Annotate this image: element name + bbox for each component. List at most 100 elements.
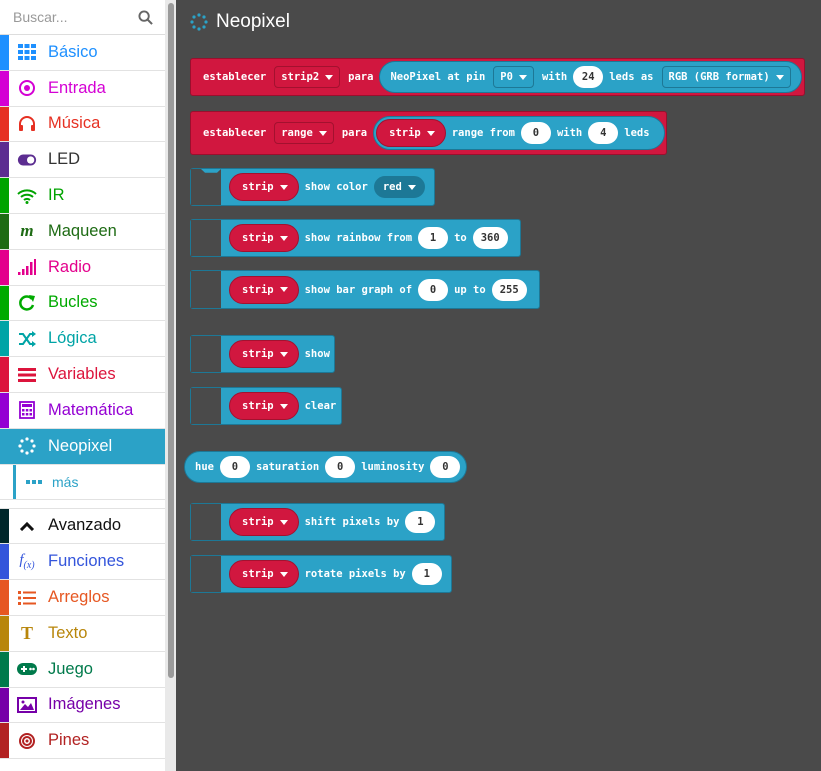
rainbow-start-input[interactable]: 1 — [418, 227, 449, 249]
rotate-pixels-block[interactable]: strip rotate pixels by 1 — [190, 555, 452, 593]
strip-reporter[interactable]: strip — [229, 392, 299, 420]
strip-reporter[interactable]: strip — [229, 508, 299, 536]
category-mas[interactable]: más — [0, 464, 165, 500]
category-color-bar — [0, 651, 9, 687]
show-color-block[interactable]: strip show color red — [190, 168, 435, 206]
caret-down-icon — [279, 287, 288, 292]
hue-input[interactable]: 0 — [219, 456, 250, 478]
set-strip2-block[interactable]: establecer strip2 para NeoPixel at pin P… — [190, 58, 805, 96]
block-keyword: range from — [451, 127, 515, 139]
range-length-input[interactable]: 4 — [588, 122, 619, 144]
category-color-bar — [0, 106, 9, 142]
category-juego[interactable]: Juego — [0, 651, 165, 688]
caret-down-icon — [279, 235, 288, 241]
clear-block[interactable]: strip clear — [190, 387, 342, 425]
category-label: IR — [48, 186, 65, 205]
strip-reporter[interactable]: strip — [376, 119, 446, 147]
format-dropdown[interactable]: RGB (GRB format) — [661, 66, 791, 88]
category-bucles[interactable]: Bucles — [0, 285, 165, 322]
bar-graph-max-input[interactable]: 255 — [491, 278, 527, 301]
category-imagenes[interactable]: Imágenes — [0, 687, 165, 724]
block-keyword: to — [454, 232, 467, 244]
variable-dropdown[interactable]: range — [274, 122, 334, 144]
category-pines[interactable]: Pines — [0, 723, 165, 760]
category-led[interactable]: LED — [0, 142, 165, 179]
category-color-bar — [13, 464, 16, 499]
category-texto[interactable]: T Texto — [0, 615, 165, 652]
color-dropdown[interactable]: red — [373, 176, 425, 198]
caret-down-icon — [279, 184, 288, 190]
category-label: Maqueen — [48, 221, 117, 240]
category-logica[interactable]: Lógica — [0, 321, 165, 358]
range-reporter[interactable]: strip range from 0 with 4 leds — [373, 116, 665, 150]
strip-reporter[interactable]: strip — [229, 560, 299, 588]
hsl-reporter[interactable]: hue 0 saturation 0 luminosity 0 — [184, 451, 468, 483]
led-count-input[interactable]: 24 — [573, 66, 604, 88]
block-keyword: show color — [304, 181, 368, 193]
variable-dropdown[interactable]: strip2 — [274, 66, 341, 88]
category-color-bar — [0, 249, 9, 285]
lines-icon — [17, 365, 37, 385]
strip-reporter[interactable]: strip — [229, 173, 299, 201]
strip-reporter[interactable]: strip — [229, 275, 299, 304]
strip-label: strip — [242, 568, 274, 580]
saturation-input[interactable]: 0 — [325, 456, 356, 478]
category-label: Texto — [48, 623, 88, 642]
block-keyword: show rainbow from — [304, 232, 413, 244]
block-notch — [191, 388, 221, 424]
category-variables[interactable]: Variables — [0, 357, 165, 393]
category-avanzado[interactable]: Avanzado — [0, 508, 165, 545]
block-keyword: with — [556, 127, 583, 139]
text-icon: T — [20, 622, 33, 643]
rainbow-end-input[interactable]: 360 — [472, 227, 508, 249]
function-icon: f(x) — [19, 552, 35, 572]
category-arreglos[interactable]: Arreglos — [0, 580, 165, 616]
dots-circle-icon — [17, 436, 37, 456]
luminosity-input[interactable]: 0 — [430, 456, 461, 478]
block-notch — [191, 220, 221, 256]
category-maqueen[interactable]: m Maqueen — [0, 213, 165, 250]
toolbox-scrollbar-thumb[interactable] — [168, 3, 174, 678]
strip-reporter[interactable]: strip — [229, 224, 299, 252]
list-icon — [17, 588, 37, 608]
caret-down-icon — [318, 130, 327, 136]
category-musica[interactable]: Música — [0, 106, 165, 143]
search-icon[interactable] — [138, 10, 153, 25]
set-range-block[interactable]: establecer range para strip range from 0… — [190, 111, 667, 155]
block-notch — [191, 504, 221, 540]
category-matematica[interactable]: Matemática — [0, 392, 165, 429]
show-rainbow-block[interactable]: strip show rainbow from 1 to 360 — [190, 219, 521, 257]
shift-pixels-block[interactable]: strip shift pixels by 1 — [190, 503, 445, 541]
shift-amount-input[interactable]: 1 — [405, 511, 436, 533]
category-color-bar — [0, 392, 9, 428]
ellipsis-icon — [24, 472, 44, 492]
grid-icon — [17, 42, 37, 62]
range-start-input[interactable]: 0 — [520, 122, 551, 144]
category-label: Imágenes — [48, 695, 121, 714]
pin-dropdown[interactable]: P0 — [493, 66, 534, 88]
bar-graph-value-input[interactable]: 0 — [418, 278, 449, 301]
strip-label: strip — [242, 400, 274, 412]
caret-down-icon — [426, 130, 435, 136]
flyout-title-text: Neopixel — [216, 11, 290, 32]
calculator-icon — [17, 400, 37, 420]
signal-icon — [17, 257, 37, 277]
show-bar-graph-block[interactable]: strip show bar graph of 0 up to 255 — [190, 270, 540, 309]
category-color-bar — [0, 142, 9, 178]
category-basico[interactable]: Básico — [0, 35, 165, 71]
category-label: Variables — [48, 365, 116, 384]
category-color-bar — [0, 580, 9, 615]
category-funciones[interactable]: f(x) Funciones — [0, 544, 165, 581]
strip-label: strip — [242, 516, 274, 528]
category-label: Lógica — [48, 329, 97, 348]
category-entrada[interactable]: Entrada — [0, 70, 165, 107]
category-radio[interactable]: Radio — [0, 249, 165, 286]
search-input[interactable] — [0, 0, 125, 34]
strip-reporter[interactable]: strip — [229, 340, 299, 368]
category-color-bar — [0, 544, 9, 580]
category-neopixel[interactable]: Neopixel — [0, 428, 165, 465]
rotate-amount-input[interactable]: 1 — [411, 563, 442, 585]
neopixel-create-reporter[interactable]: NeoPixel at pin P0 with 24 leds as RGB (… — [379, 61, 802, 93]
show-block[interactable]: strip show — [190, 335, 335, 373]
category-ir[interactable]: IR — [0, 178, 165, 214]
